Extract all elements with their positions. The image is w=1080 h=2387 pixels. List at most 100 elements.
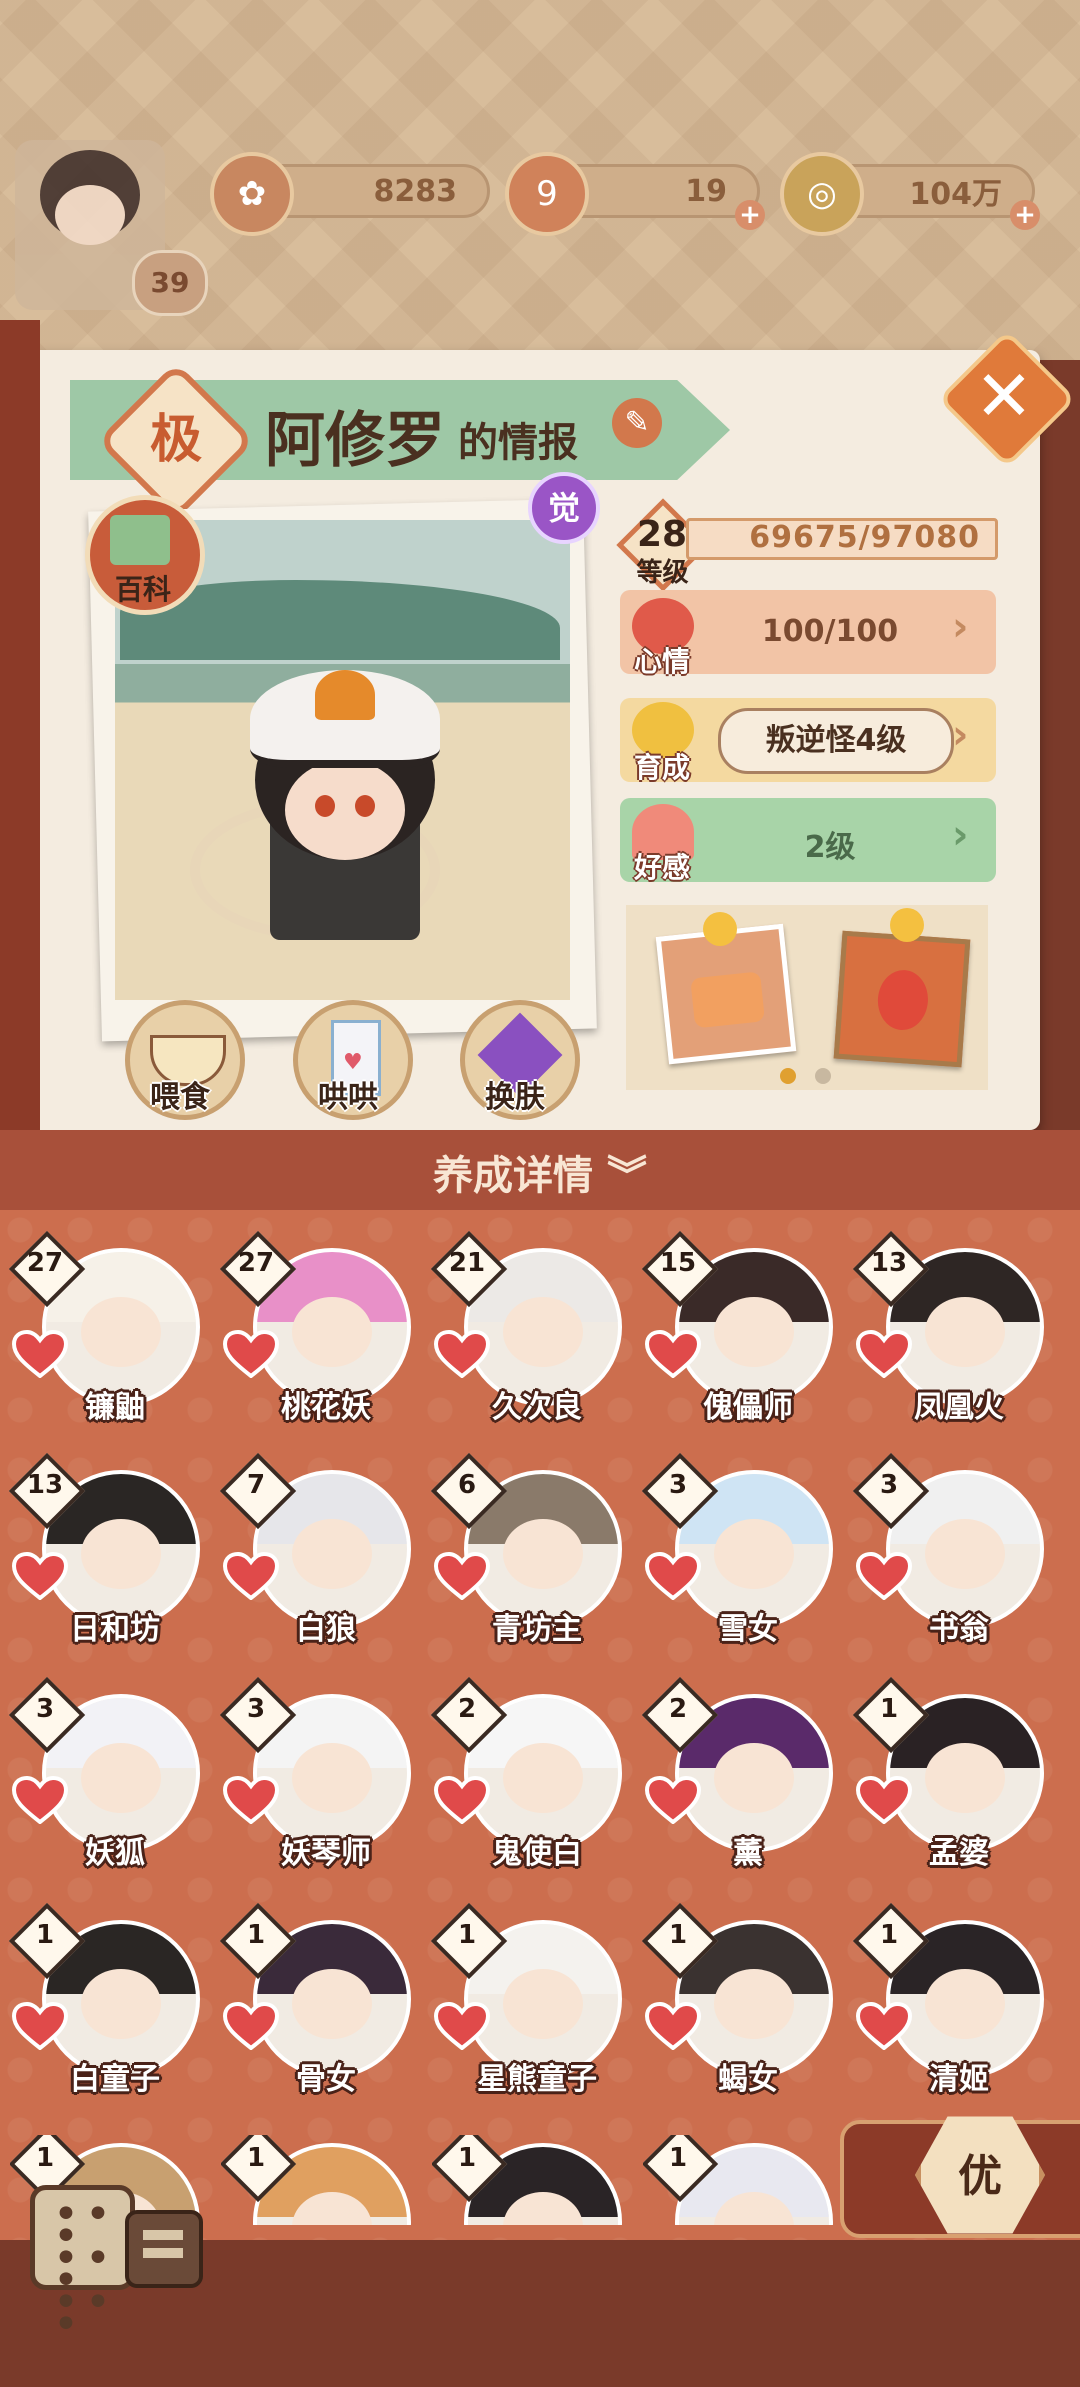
currency-jade[interactable]: 19 9 + — [505, 152, 765, 236]
jade-plus-button[interactable]: + — [735, 200, 765, 230]
player-level-badge: 39 — [132, 250, 208, 316]
character-card[interactable]: 6 青坊主 — [430, 1452, 642, 1662]
currency-coin[interactable]: 104万 ◎ + — [780, 152, 1040, 236]
character-card[interactable]: 1 骨女 — [219, 1902, 431, 2112]
grid-view-button[interactable]: • • • • • • • • • — [30, 2185, 135, 2347]
heart-icon — [645, 1776, 701, 1824]
character-card[interactable]: 1 清姬 — [852, 1902, 1064, 2112]
character-avatar-face — [503, 1519, 583, 1589]
character-card[interactable]: 3 妖狐 — [8, 1676, 220, 1886]
character-level: 7 — [246, 1470, 266, 1500]
character-level: 27 — [237, 1248, 275, 1278]
jade-icon: 9 — [505, 152, 589, 236]
grid-icon: • • • • • • • • • — [53, 2189, 111, 2350]
character-level: 1 — [35, 2143, 55, 2173]
currency-flower[interactable]: 8283 ✿ — [210, 152, 490, 236]
heart-icon — [223, 2002, 279, 2050]
character-card[interactable]: 2 鬼使白 — [430, 1676, 642, 1886]
heart-icon — [434, 1330, 490, 1378]
edit-name-icon[interactable]: ✎ — [612, 398, 662, 448]
character-card[interactable]: 2薰 — [641, 1676, 853, 1886]
character-card[interactable]: 1 — [643, 2135, 853, 2225]
character-name: 阿修罗 — [265, 406, 445, 476]
character-level: 27 — [26, 1248, 64, 1278]
character-card[interactable]: 21 久次良 — [430, 1230, 642, 1440]
character-card[interactable]: 1 蝎女 — [641, 1902, 853, 2112]
character-name: 薰 — [733, 1836, 763, 1871]
smile-icon — [890, 908, 924, 942]
character-avatar-face — [714, 1969, 794, 2039]
page-dot-active[interactable] — [780, 1068, 796, 1084]
coin-plus-button[interactable]: + — [1010, 200, 1040, 230]
player-level: 39 — [150, 266, 190, 299]
character-card[interactable]: 7 白狼 — [219, 1452, 431, 1662]
character-face — [285, 760, 405, 860]
character-card[interactable]: 1 白童子 — [8, 1902, 220, 2112]
character-name: 久次良 — [492, 1390, 582, 1425]
character-name: 桃花妖 — [281, 1390, 371, 1425]
character-name: 孟婆 — [929, 1836, 989, 1871]
mood-label: 心情 — [633, 645, 690, 678]
character-level: 1 — [457, 2143, 477, 2173]
character-name: 青坊主 — [492, 1612, 582, 1647]
character-name: 蝎女 — [718, 2062, 778, 2097]
character-card[interactable]: 13 日和坊 — [8, 1452, 220, 1662]
copper-coin-icon: ◎ — [780, 152, 864, 236]
character-avatar-face — [714, 1297, 794, 1367]
character-card[interactable]: 1 孟婆 — [852, 1676, 1064, 1886]
character-avatar-face — [292, 1519, 372, 1589]
training-value: 叛逆怪4级 — [718, 708, 954, 774]
page-dot[interactable] — [815, 1068, 831, 1084]
character-avatar-face — [81, 1743, 161, 1813]
training-label: 育成 — [633, 751, 690, 784]
currency-flower-value: 8283 — [373, 173, 458, 209]
character-card[interactable]: 3 书翁 — [852, 1452, 1064, 1662]
character-name: 白狼 — [296, 1612, 356, 1647]
character-card[interactable]: 3 妖琴师 — [219, 1676, 431, 1886]
you-label: 优 — [958, 2151, 1002, 2202]
gift-item-daruma[interactable] — [833, 930, 971, 1068]
flower-coin-icon: ✿ — [210, 152, 294, 236]
character-card[interactable]: 27 镰鼬 — [8, 1230, 220, 1440]
character-level: 1 — [457, 1920, 477, 1950]
heart-icon — [434, 2002, 490, 2050]
mood-value: 100/100 — [761, 614, 899, 649]
character-card[interactable]: 13 凤凰火 — [852, 1230, 1064, 1440]
character-card[interactable]: 3 雪女 — [641, 1452, 853, 1662]
character-name: 凤凰火 — [914, 1390, 1004, 1425]
close-icon: ✕ — [974, 355, 1034, 437]
character-level: 1 — [668, 2143, 688, 2173]
character-avatar-face — [714, 1743, 794, 1813]
character-card[interactable]: 1 — [221, 2135, 431, 2225]
book-spine-left — [0, 320, 40, 1130]
exp-value: 69675/97080 — [749, 520, 980, 555]
character-avatar-face — [925, 1969, 1005, 2039]
character-level: 1 — [246, 1920, 266, 1950]
daruma-icon — [875, 968, 930, 1032]
favor-label: 好感 — [633, 851, 690, 884]
character-eye-left — [315, 795, 335, 817]
awaken-badge: 觉 — [528, 472, 600, 544]
character-avatar-face — [292, 1969, 372, 2039]
character-name: 星熊童子 — [477, 2062, 597, 2097]
training-chevron-icon: › — [952, 712, 969, 758]
character-name: 书翁 — [929, 1612, 989, 1647]
character-card[interactable]: 15 傀儡师 — [641, 1230, 853, 1440]
character-eye-right — [355, 795, 375, 817]
currency-jade-value: 19 — [685, 173, 727, 209]
cake-icon — [690, 971, 766, 1029]
heart-icon — [856, 2002, 912, 2050]
character-card[interactable]: 27 桃花妖 — [219, 1230, 431, 1440]
details-label: 养成详情 ︾ — [433, 1153, 647, 1199]
character-level: 13 — [870, 1248, 908, 1278]
character-card[interactable]: 1 星熊童子 — [430, 1902, 642, 2112]
character-name: 骨女 — [296, 2062, 356, 2097]
coax-label: 哄哄 — [318, 1080, 378, 1115]
character-name: 鬼使白 — [492, 1836, 582, 1871]
character-name: 傀儡师 — [703, 1390, 793, 1425]
character-card[interactable]: 1 — [432, 2135, 642, 2225]
character-level: 1 — [668, 1920, 688, 1950]
character-name: 妖狐 — [85, 1836, 145, 1871]
list-view-button[interactable] — [125, 2210, 203, 2288]
hat-emblem — [315, 670, 375, 720]
